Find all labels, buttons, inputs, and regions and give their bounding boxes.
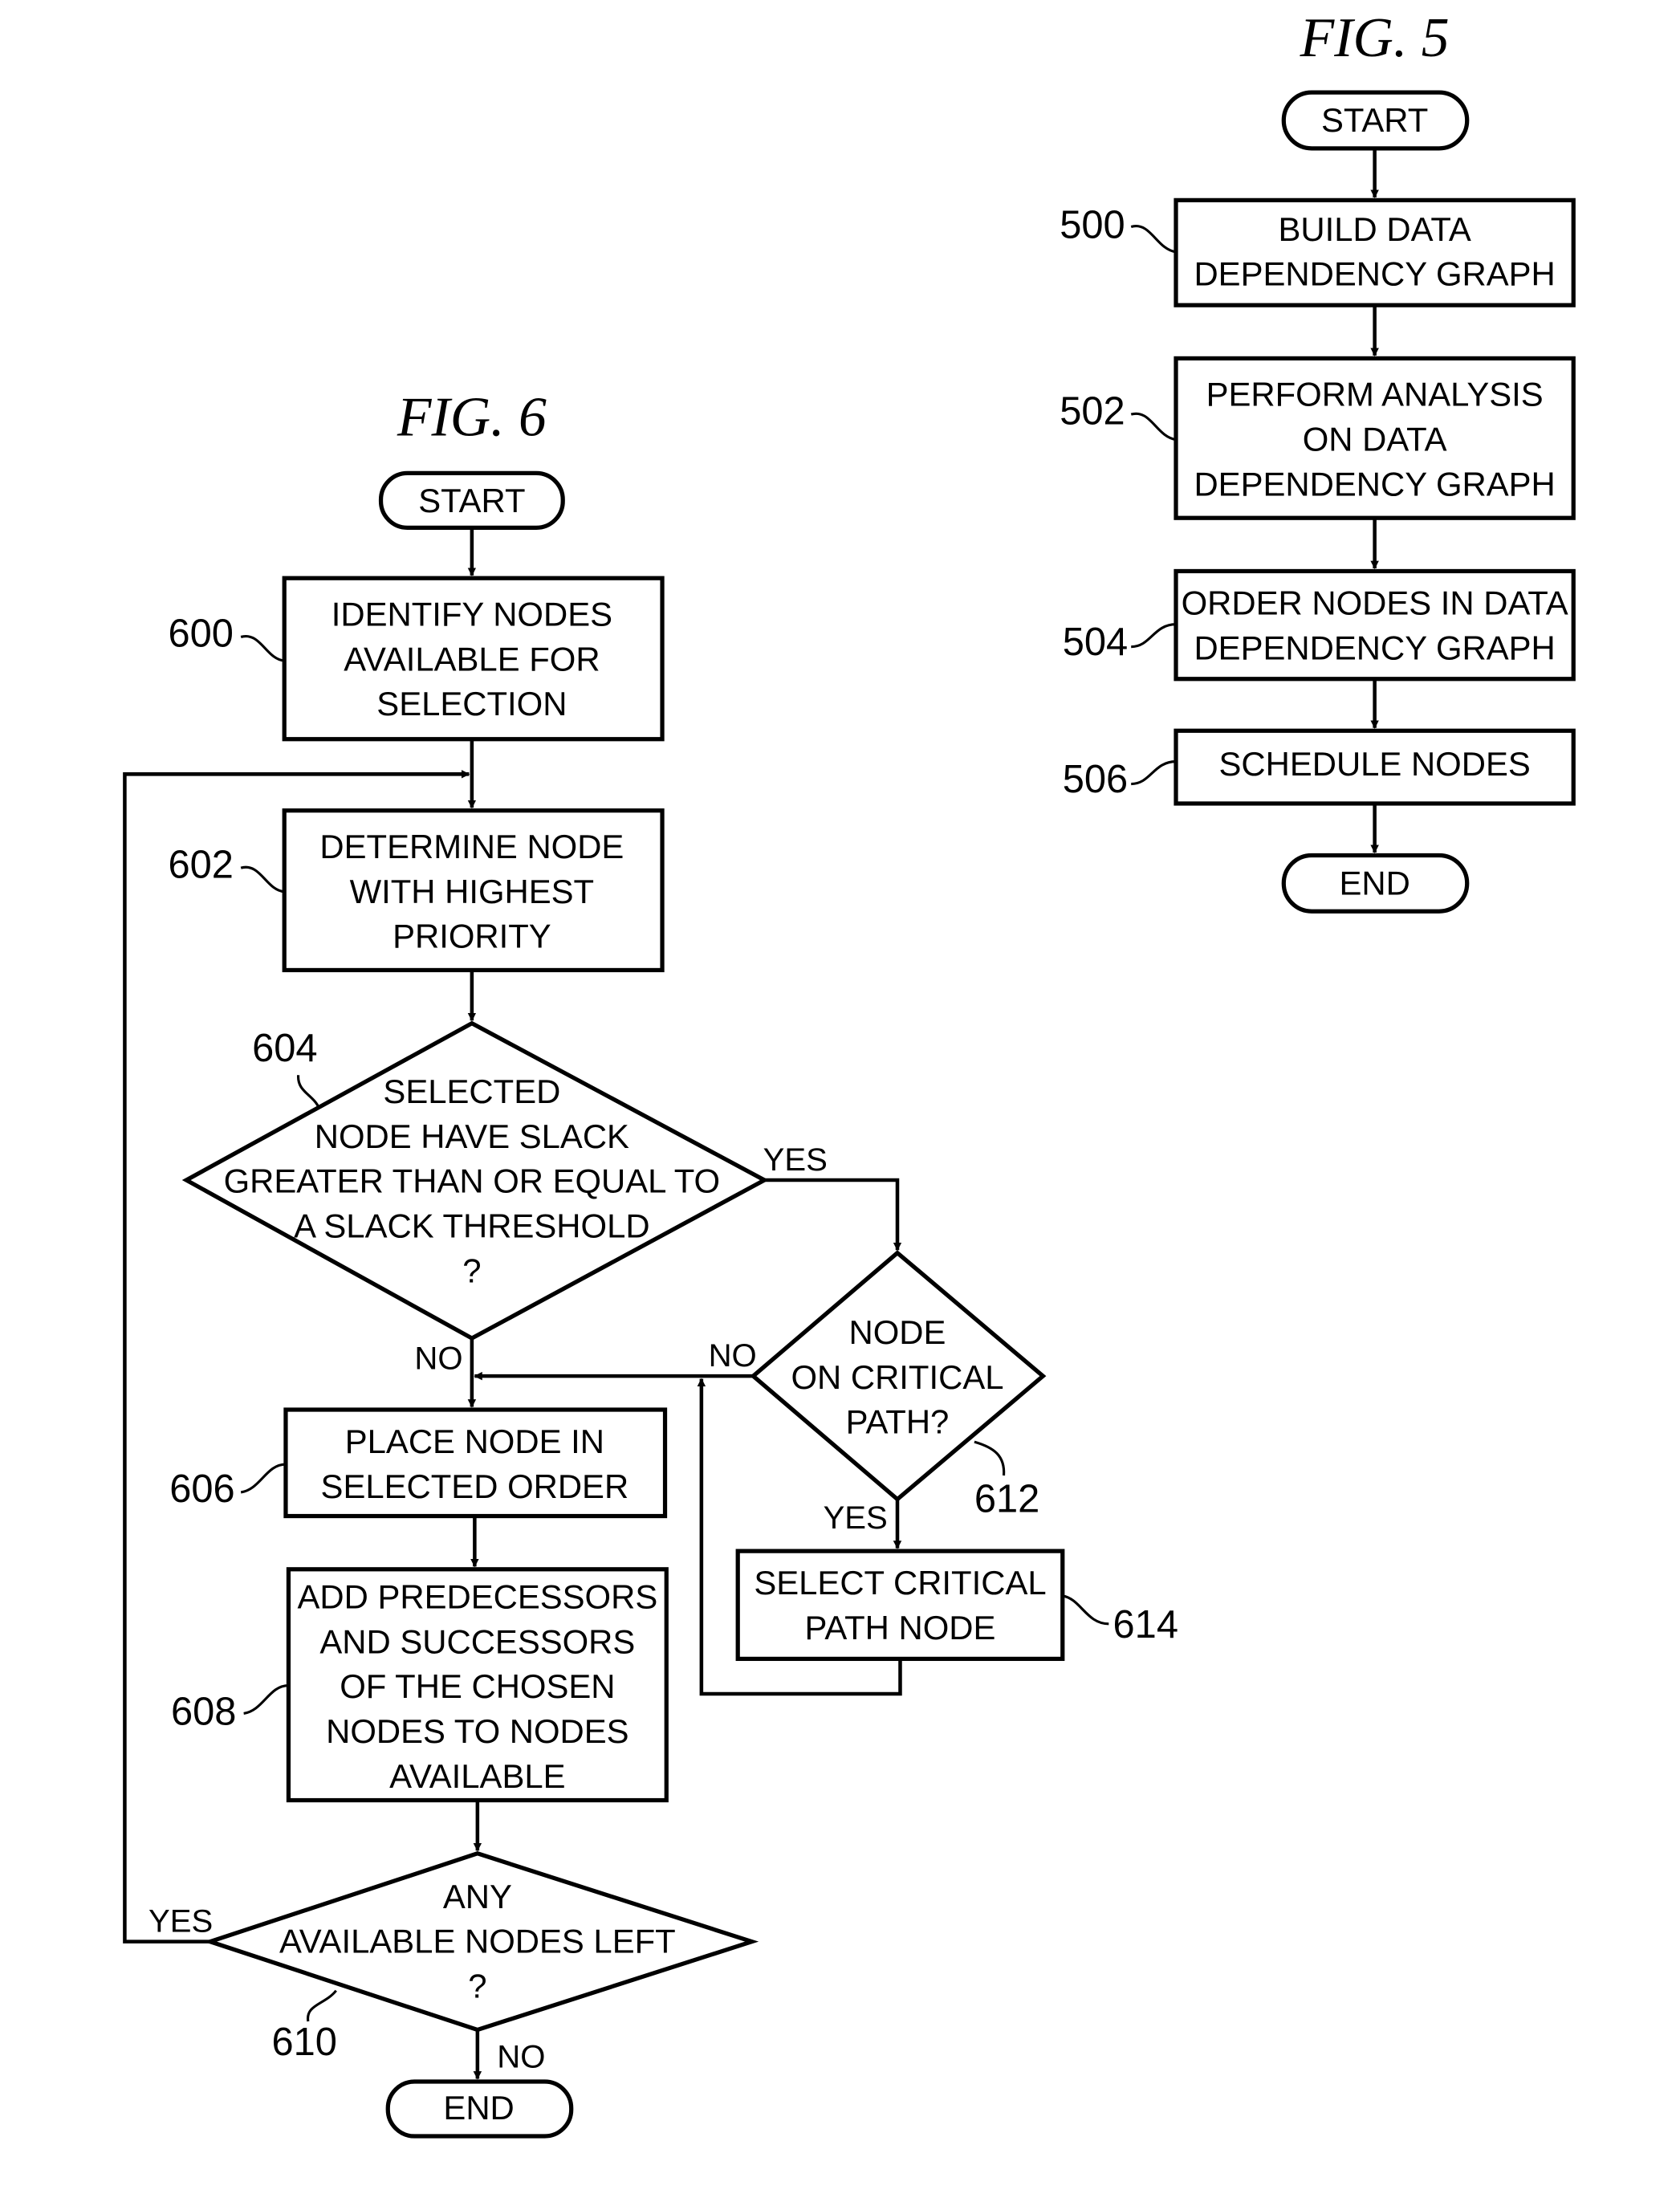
fig5-start-label: START	[1321, 101, 1428, 139]
fig6-608-line4: NODES TO NODES	[326, 1712, 628, 1750]
fig6-ref-614: 614	[1113, 1603, 1178, 1646]
fig6-start-label: START	[418, 482, 525, 519]
fig5-ref-504: 504	[1063, 621, 1128, 664]
fig5-504-line2: DEPENDENCY GRAPH	[1194, 629, 1555, 666]
fig5-504-line1: ORDER NODES IN DATA	[1182, 584, 1568, 622]
fig6-label-yes-610: YES	[148, 1903, 213, 1939]
fig6-label-yes-604: YES	[763, 1142, 828, 1178]
fig5-502-line2: ON DATA	[1303, 421, 1447, 458]
fig6-start-terminator: START	[378, 470, 565, 531]
fig5-500-line1: BUILD DATA	[1278, 210, 1471, 248]
fig6-608-line1: ADD PREDECESSORS	[297, 1578, 657, 1616]
fig6-label-yes-612: YES	[824, 1500, 888, 1536]
fig6-608-line3: OF THE CHOSEN	[340, 1667, 615, 1705]
fig6-608-line2: AND SUCCESSORS	[319, 1622, 635, 1660]
fig5-end-label: END	[1339, 864, 1409, 902]
fig5-506-line1: SCHEDULE NODES	[1218, 745, 1530, 783]
fig6-604-line5: ?	[462, 1252, 481, 1289]
patent-drawing-sheet: FIG. 5 START BUILD DATA DEPENDENCY GRAPH…	[0, 0, 1680, 2202]
fig6-606-line1: PLACE NODE IN	[345, 1423, 604, 1460]
fig5-ref-500: 500	[1060, 203, 1125, 246]
fig6-ref-606: 606	[169, 1467, 234, 1511]
fig6-614-line2: PATH NODE	[805, 1609, 996, 1646]
fig6-602-line1: DETERMINE NODE	[319, 828, 624, 865]
fig5-end-terminator: END	[1281, 853, 1470, 914]
fig6-610-line3: ?	[468, 1967, 486, 2005]
fig6-604-line3: GREATER THAN OR EQUAL TO	[224, 1162, 720, 1200]
fig6-ref-604: 604	[252, 1027, 317, 1070]
fig5-502-line3: DEPENDENCY GRAPH	[1194, 465, 1555, 503]
fig6-label-no-610: NO	[497, 2040, 545, 2075]
fig6-602-line2: WITH HIGHEST	[350, 873, 595, 910]
fig6-end-terminator: END	[385, 2079, 574, 2139]
fig6-612-line3: PATH?	[846, 1403, 950, 1441]
fig5-title: FIG. 5	[1300, 7, 1450, 69]
fig6-600-line2: AVAILABLE FOR	[344, 640, 600, 678]
fig5-502-line1: PERFORM ANALYSIS	[1206, 376, 1544, 413]
fig5-start-terminator: START	[1281, 90, 1470, 151]
fig6-title: FIG. 6	[397, 386, 547, 448]
fig6-610-line2: AVAILABLE NODES LEFT	[279, 1923, 676, 1960]
fig6-end-label: END	[443, 2089, 514, 2127]
fig6-606-line2: SELECTED ORDER	[321, 1467, 629, 1505]
fig5-ref-506: 506	[1063, 758, 1128, 801]
fig6-602-line3: PRIORITY	[393, 918, 551, 955]
fig6-label-no-612: NO	[709, 1338, 757, 1374]
fig5-500-line2: DEPENDENCY GRAPH	[1194, 255, 1555, 293]
fig6-612-line2: ON CRITICAL	[791, 1358, 1003, 1396]
fig6-604-line1: SELECTED	[383, 1073, 560, 1110]
fig6-label-no-604: NO	[414, 1341, 462, 1376]
fig6-ref-608: 608	[171, 1690, 236, 1733]
fig6-600-line3: SELECTION	[376, 685, 567, 722]
fig6-600-line1: IDENTIFY NODES	[332, 595, 612, 633]
fig6-608-line5: AVAILABLE	[389, 1757, 565, 1795]
fig6-ref-602: 602	[168, 843, 233, 886]
fig6-610-line1: ANY	[443, 1878, 512, 1915]
fig6-604-line2: NODE HAVE SLACK	[315, 1117, 629, 1155]
fig6-ref-612: 612	[974, 1477, 1039, 1520]
fig5-ref-502: 502	[1060, 389, 1125, 433]
fig6-604-line4: A SLACK THRESHOLD	[294, 1207, 649, 1245]
fig6-612-line1: NODE	[849, 1313, 946, 1351]
fig6-ref-610: 610	[272, 2021, 337, 2064]
fig6-614-line1: SELECT CRITICAL	[754, 1564, 1046, 1602]
fig6-ref-600: 600	[168, 613, 233, 656]
background	[0, 0, 1680, 2202]
